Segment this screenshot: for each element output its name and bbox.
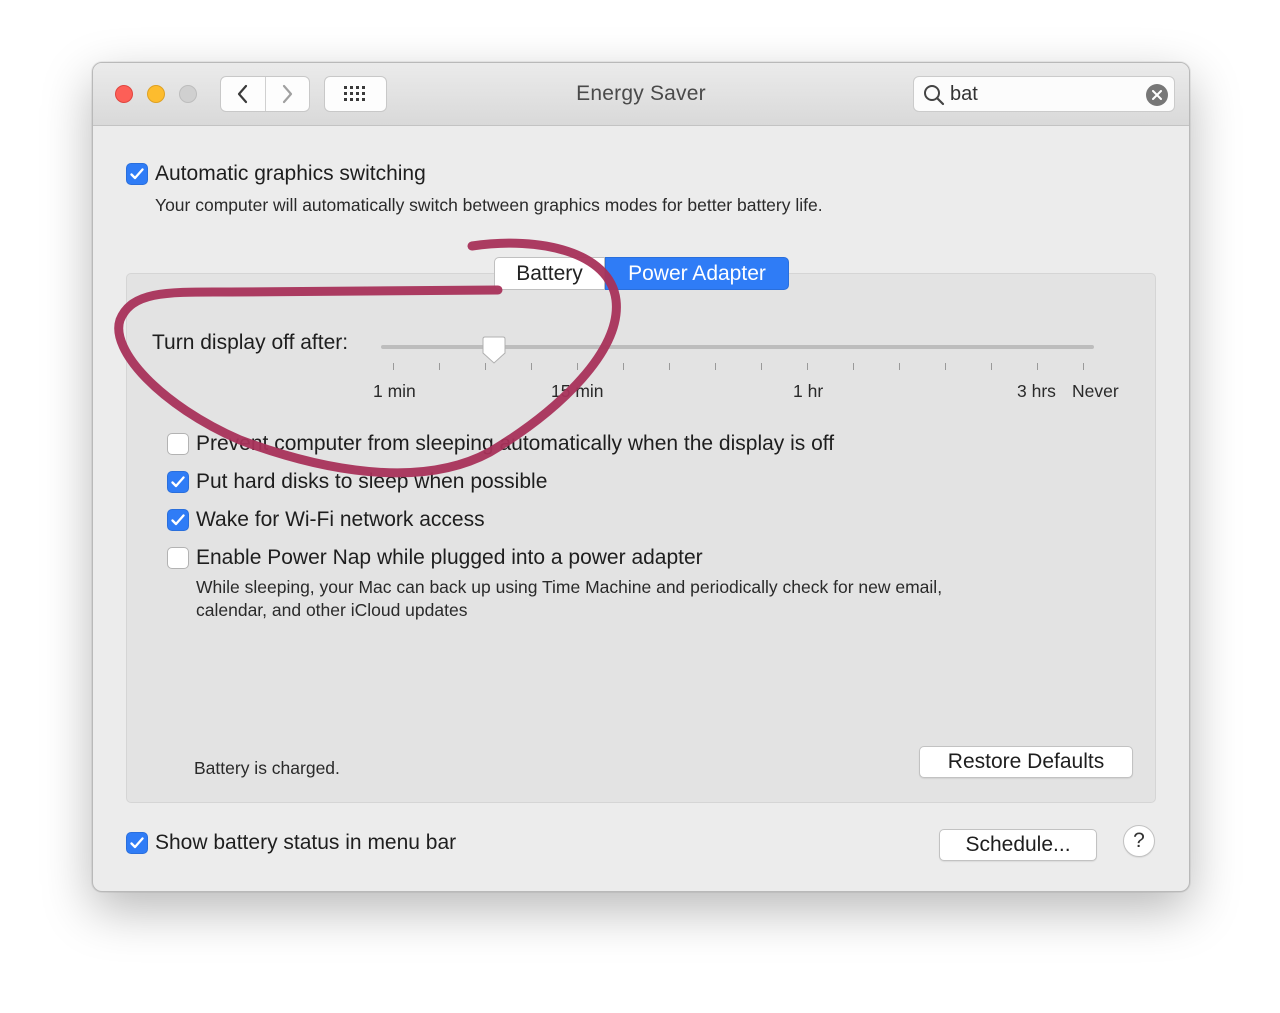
tab-bar: Battery Power Adapter — [494, 257, 789, 290]
tab-power-adapter[interactable]: Power Adapter — [605, 257, 789, 290]
power-nap-label: Enable Power Nap while plugged into a po… — [196, 546, 703, 569]
auto-graphics-label: Automatic graphics switching — [155, 162, 426, 185]
slider-tick — [439, 363, 440, 370]
slider-tick — [577, 363, 578, 370]
slider-tick — [393, 363, 394, 370]
slider-tick — [1083, 363, 1084, 370]
slider-tick — [945, 363, 946, 370]
show-battery-status-label: Show battery status in menu bar — [155, 831, 457, 854]
help-icon: ? — [1133, 829, 1145, 852]
display-off-label: Turn display off after: — [152, 331, 349, 354]
hard-disk-sleep-label: Put hard disks to sleep when possible — [196, 470, 548, 493]
schedule-button[interactable]: Schedule... — [939, 829, 1097, 861]
show-battery-status-checkbox[interactable] — [126, 832, 148, 854]
slider-tick — [531, 363, 532, 370]
slider-knob[interactable] — [482, 335, 506, 365]
power-nap-checkbox[interactable] — [167, 547, 189, 569]
prevent-sleep-checkbox[interactable] — [167, 433, 189, 455]
energy-saver-window: Energy Saver Automatic graphics switchin… — [92, 62, 1190, 892]
clear-search-button[interactable] — [1146, 84, 1168, 106]
checkmark-icon — [171, 514, 185, 526]
tick-label: Never — [1072, 381, 1119, 401]
battery-status-text: Battery is charged. — [194, 758, 340, 778]
hard-disk-sleep-checkbox[interactable] — [167, 471, 189, 493]
checkmark-icon — [130, 168, 144, 180]
title-bar: Energy Saver — [93, 63, 1189, 126]
slider-tick — [761, 363, 762, 370]
slider-tick — [669, 363, 670, 370]
auto-graphics-description: Your computer will automatically switch … — [155, 195, 823, 215]
slider-tick — [853, 363, 854, 370]
slider-tick — [899, 363, 900, 370]
tick-label: 3 hrs — [1017, 381, 1056, 401]
power-nap-description-line1: While sleeping, your Mac can back up usi… — [196, 577, 943, 597]
wake-wifi-checkbox[interactable] — [167, 509, 189, 531]
tick-label: 15 min — [551, 381, 604, 401]
slider-tick — [991, 363, 992, 370]
slider-tick — [807, 363, 808, 370]
auto-graphics-checkbox[interactable] — [126, 163, 148, 185]
clear-icon — [1152, 90, 1162, 100]
search-input[interactable] — [950, 82, 1140, 106]
slider-tick — [715, 363, 716, 370]
search-icon — [924, 85, 945, 106]
search-field[interactable] — [913, 76, 1175, 112]
prevent-sleep-label: Prevent computer from sleeping automatic… — [196, 432, 835, 455]
power-nap-description-line2: calendar, and other iCloud updates — [196, 600, 468, 620]
checkmark-icon — [130, 837, 144, 849]
slider-tick — [1037, 363, 1038, 370]
help-button[interactable]: ? — [1123, 825, 1155, 857]
slider-tick — [623, 363, 624, 370]
wake-wifi-label: Wake for Wi-Fi network access — [196, 508, 485, 531]
checkmark-icon — [171, 476, 185, 488]
restore-defaults-button[interactable]: Restore Defaults — [919, 746, 1133, 778]
tick-label: 1 min — [373, 381, 416, 401]
tick-label: 1 hr — [793, 381, 824, 401]
tab-battery[interactable]: Battery — [494, 257, 605, 290]
